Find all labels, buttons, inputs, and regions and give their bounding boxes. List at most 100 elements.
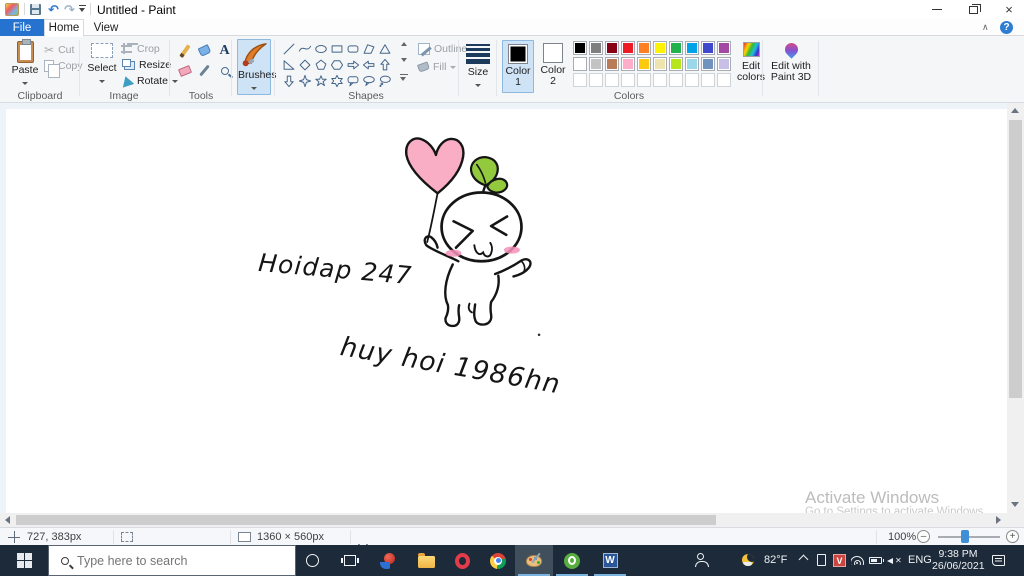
wifi-tray-icon[interactable]: [851, 555, 865, 565]
zoom-slider-track[interactable]: [938, 536, 1000, 538]
palette-empty-swatch[interactable]: [605, 73, 619, 87]
color-1-button[interactable]: Color 1: [502, 40, 534, 93]
palette-swatch[interactable]: [701, 57, 715, 71]
horizontal-scrollbar[interactable]: [0, 513, 1007, 527]
palette-empty-swatch[interactable]: [701, 73, 715, 87]
brushes-button[interactable]: Brushes: [237, 39, 277, 95]
palette-swatch[interactable]: [637, 41, 651, 55]
tray-expand-button[interactable]: [798, 553, 809, 565]
action-center-button[interactable]: [992, 555, 1005, 566]
v-app-tray-icon[interactable]: V: [833, 554, 846, 567]
pencil-tool[interactable]: [176, 42, 193, 59]
horizontal-scroll-thumb[interactable]: [16, 515, 716, 525]
weather-button[interactable]: [742, 554, 754, 566]
resize-button[interactable]: Resize: [121, 58, 171, 72]
palette-swatch[interactable]: [605, 57, 619, 71]
palette-swatch[interactable]: [589, 57, 603, 71]
palette-swatch[interactable]: [717, 41, 731, 55]
paste-button[interactable]: Paste: [8, 39, 42, 90]
people-button[interactable]: [695, 553, 709, 567]
shape-curve-icon[interactable]: [297, 41, 312, 56]
vertical-scroll-thumb[interactable]: [1009, 120, 1022, 398]
search-input[interactable]: [77, 553, 267, 568]
cut-button[interactable]: ✂ Cut: [44, 43, 74, 57]
shape-star-5-icon[interactable]: [313, 73, 328, 88]
copy-button[interactable]: Copy: [44, 59, 83, 78]
shape-rectangle-icon[interactable]: [329, 41, 344, 56]
fill-tool[interactable]: [196, 42, 213, 59]
tab-home[interactable]: Home: [44, 19, 84, 37]
shape-diamond-icon[interactable]: [297, 57, 312, 72]
paint-app-icon[interactable]: [5, 3, 19, 16]
vertical-scrollbar[interactable]: [1007, 103, 1024, 513]
palette-empty-swatch[interactable]: [685, 73, 699, 87]
color-picker-tool[interactable]: [196, 62, 213, 79]
pinned-app-button[interactable]: [369, 545, 407, 576]
shape-callout-oval-icon[interactable]: [361, 73, 376, 88]
file-explorer-button[interactable]: [407, 545, 445, 576]
tab-view[interactable]: View: [84, 19, 128, 36]
coccoc-button[interactable]: [553, 545, 591, 576]
help-button[interactable]: ?: [1000, 21, 1013, 34]
palette-swatch[interactable]: [685, 41, 699, 55]
zoom-slider-thumb[interactable]: [961, 530, 969, 543]
task-view-button[interactable]: [331, 545, 369, 576]
redo-icon[interactable]: ↷: [64, 2, 75, 18]
weather-temp[interactable]: 82°F: [764, 554, 787, 566]
zoom-in-button[interactable]: +: [1006, 530, 1019, 543]
minimize-button[interactable]: [920, 0, 954, 19]
scroll-up-icon[interactable]: [1011, 108, 1019, 113]
your-phone-tray-icon[interactable]: [817, 554, 826, 566]
shape-polygon-icon[interactable]: [361, 41, 376, 56]
crop-button[interactable]: Crop: [121, 42, 160, 56]
collapse-ribbon-icon[interactable]: ∧: [982, 22, 989, 33]
volume-tray-icon[interactable]: ✕: [887, 556, 902, 566]
clock[interactable]: 9:38 PM 26/06/2021: [932, 548, 985, 572]
palette-swatch[interactable]: [573, 41, 587, 55]
start-button[interactable]: [0, 545, 48, 576]
size-button[interactable]: Size: [462, 40, 494, 92]
palette-swatch[interactable]: [669, 57, 683, 71]
shape-hexagon-icon[interactable]: [329, 57, 344, 72]
select-button[interactable]: Select: [86, 40, 118, 90]
palette-empty-swatch[interactable]: [669, 73, 683, 87]
paint-taskbar-button[interactable]: [515, 545, 553, 576]
palette-swatch[interactable]: [685, 57, 699, 71]
shape-star-4-icon[interactable]: [297, 73, 312, 88]
shape-arrow-right-icon[interactable]: [345, 57, 360, 72]
palette-empty-swatch[interactable]: [573, 73, 587, 87]
shape-callout-cloud-icon[interactable]: [377, 73, 392, 88]
palette-swatch[interactable]: [621, 41, 635, 55]
edit-with-paint3d-button[interactable]: Edit with Paint 3D: [768, 40, 814, 83]
palette-swatch[interactable]: [605, 41, 619, 55]
tab-file[interactable]: File: [0, 19, 44, 36]
battery-tray-icon[interactable]: [869, 557, 884, 564]
scroll-down-icon[interactable]: [1011, 502, 1019, 507]
shape-arrow-down-icon[interactable]: [281, 73, 296, 88]
palette-swatch[interactable]: [653, 57, 667, 71]
save-icon[interactable]: [30, 4, 41, 15]
palette-empty-swatch[interactable]: [589, 73, 603, 87]
chrome-button[interactable]: [479, 545, 517, 576]
palette-swatch[interactable]: [589, 41, 603, 55]
palette-empty-swatch[interactable]: [653, 73, 667, 87]
shape-rounded-rectangle-icon[interactable]: [345, 41, 360, 56]
language-indicator[interactable]: ENG: [908, 554, 932, 566]
scroll-right-icon[interactable]: [996, 516, 1001, 524]
palette-empty-swatch[interactable]: [621, 73, 635, 87]
cortana-button[interactable]: [293, 545, 331, 576]
palette-empty-swatch[interactable]: [637, 73, 651, 87]
scroll-left-icon[interactable]: [5, 516, 10, 524]
palette-swatch[interactable]: [637, 57, 651, 71]
shape-line-icon[interactable]: [281, 41, 296, 56]
color-2-button[interactable]: Color 2: [537, 40, 569, 93]
shapes-scroll-up[interactable]: [401, 42, 407, 46]
fill-style-button[interactable]: Fill: [416, 60, 457, 74]
restore-button[interactable]: [956, 0, 990, 19]
shape-callout-rounded-icon[interactable]: [345, 73, 360, 88]
palette-swatch[interactable]: [717, 57, 731, 71]
palette-swatch[interactable]: [573, 57, 587, 71]
palette-empty-swatch[interactable]: [717, 73, 731, 87]
palette-swatch[interactable]: [621, 57, 635, 71]
undo-icon[interactable]: ↶: [48, 2, 59, 18]
